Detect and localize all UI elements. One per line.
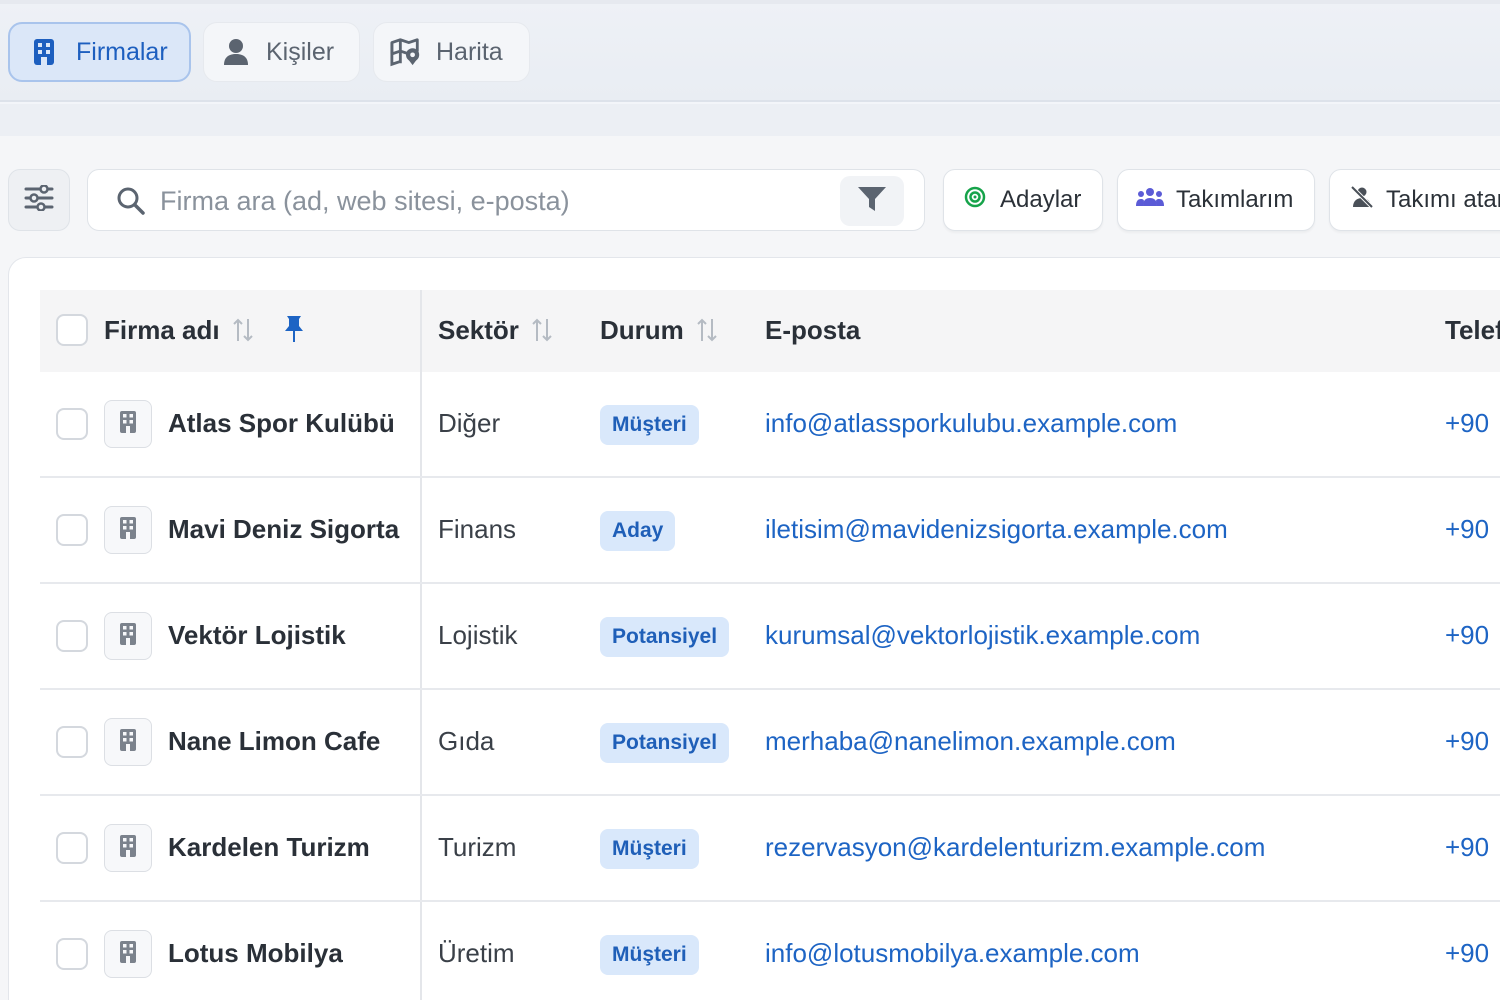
row-checkbox[interactable] (56, 408, 88, 440)
header-label: Durum (600, 314, 684, 345)
building-icon (119, 940, 137, 969)
header-label: Firma adı (104, 314, 220, 345)
header-band (0, 104, 1500, 136)
phone-link[interactable]: +90 (1445, 726, 1489, 757)
status-badge: Müşteri (600, 935, 699, 975)
search-input[interactable] (160, 180, 900, 222)
phone-link[interactable]: +90 (1445, 832, 1489, 863)
company-avatar (104, 400, 152, 448)
status-badge: Aday (600, 511, 676, 551)
row-divider (40, 688, 1500, 690)
funnel-icon (857, 185, 887, 218)
header-label: Telefon (1445, 314, 1500, 345)
column-header-email: E-posta (765, 312, 860, 348)
column-header-name[interactable]: Firma adı (104, 312, 254, 348)
column-header-phone: Telefon (1445, 312, 1500, 348)
company-name[interactable]: Lotus Mobilya (168, 938, 343, 969)
takimi-ata-button[interactable]: Takımı atan (1329, 169, 1500, 231)
building-icon (119, 516, 137, 545)
person-icon (220, 36, 252, 68)
email-link[interactable]: info@lotusmobilya.example.com (765, 938, 1140, 969)
building-icon (119, 728, 137, 757)
pin-icon[interactable] (283, 314, 305, 349)
chip-label: Takımı atan (1386, 186, 1500, 213)
phone-link[interactable]: +90 (1445, 408, 1489, 439)
email-link[interactable]: rezervasyon@kardelenturizm.example.com (765, 832, 1265, 863)
company-avatar (104, 612, 152, 660)
building-icon (119, 410, 137, 439)
row-divider (40, 476, 1500, 478)
phone-link[interactable]: +90 (1445, 620, 1489, 651)
company-name[interactable]: Atlas Spor Kulübü (168, 408, 395, 439)
filter-button[interactable] (840, 176, 904, 226)
company-name[interactable]: Mavi Deniz Sigorta (168, 514, 399, 545)
status-badge: Müşteri (600, 829, 699, 869)
company-name[interactable]: Kardelen Turizm (168, 832, 370, 863)
building-icon (119, 834, 137, 863)
chip-label: Adaylar (1000, 186, 1082, 213)
adaylar-button[interactable]: Adaylar (943, 169, 1103, 231)
company-avatar (104, 930, 152, 978)
tab-label: Firmalar (76, 37, 168, 66)
sector-cell: Diğer (438, 408, 501, 438)
email-link[interactable]: info@atlassporkulubu.example.com (765, 408, 1177, 439)
search-box (87, 169, 925, 231)
company-avatar (104, 506, 152, 554)
person-off-icon (1350, 185, 1374, 216)
row-checkbox[interactable] (56, 832, 88, 864)
row-checkbox[interactable] (56, 938, 88, 970)
header-label: E-posta (765, 314, 861, 345)
email-link[interactable]: merhaba@nanelimon.example.com (765, 726, 1176, 757)
email-link[interactable]: kurumsal@vektorlojistik.example.com (765, 620, 1200, 651)
tab-harita[interactable]: Harita (373, 22, 530, 82)
building-icon (119, 622, 137, 651)
chip-label: Takımlarım (1176, 186, 1294, 213)
building-icon (28, 36, 60, 68)
sector-cell: Finans (438, 514, 517, 544)
row-checkbox[interactable] (56, 514, 88, 546)
sector-cell: Turizm (438, 832, 517, 862)
tab-firmalar[interactable]: Firmalar (8, 22, 191, 82)
row-divider (40, 582, 1500, 584)
tab-label: Kişiler (266, 37, 335, 66)
sort-icon[interactable] (531, 317, 553, 343)
company-name[interactable]: Nane Limon Cafe (168, 726, 380, 757)
sort-icon[interactable] (232, 317, 254, 343)
email-link[interactable]: iletisim@mavidenizsigorta.example.com (765, 514, 1228, 545)
select-all-checkbox[interactable] (56, 314, 88, 346)
top-tab-bar: Firmalar Kişiler Harita (0, 0, 1500, 102)
map-pin-icon (390, 36, 422, 68)
status-badge: Potansiyel (600, 617, 730, 657)
company-name[interactable]: Vektör Lojistik (168, 620, 346, 651)
sliders-icon (24, 183, 54, 216)
row-divider (40, 794, 1500, 796)
company-avatar (104, 824, 152, 872)
row-divider (40, 900, 1500, 902)
column-divider (420, 290, 422, 1000)
company-avatar (104, 718, 152, 766)
sector-cell: Lojistik (438, 620, 518, 650)
phone-link[interactable]: +90 (1445, 938, 1489, 969)
search-icon (116, 186, 146, 221)
status-badge: Müşteri (600, 405, 699, 445)
team-icon (1136, 186, 1164, 215)
target-icon (964, 186, 986, 215)
takimlarim-button[interactable]: Takımlarım (1117, 169, 1315, 231)
status-badge: Potansiyel (600, 723, 730, 763)
row-checkbox[interactable] (56, 726, 88, 758)
sort-icon[interactable] (696, 317, 718, 343)
filter-settings-button[interactable] (8, 169, 70, 231)
column-header-sector[interactable]: Sektör (438, 312, 553, 348)
sector-cell: Gıda (438, 726, 495, 756)
sector-cell: Üretim (438, 938, 515, 968)
header-label: Sektör (438, 314, 519, 345)
column-header-status[interactable]: Durum (600, 312, 718, 348)
row-checkbox[interactable] (56, 620, 88, 652)
tab-kisiler[interactable]: Kişiler (203, 22, 360, 82)
phone-link[interactable]: +90 (1445, 514, 1489, 545)
tab-label: Harita (436, 37, 503, 66)
